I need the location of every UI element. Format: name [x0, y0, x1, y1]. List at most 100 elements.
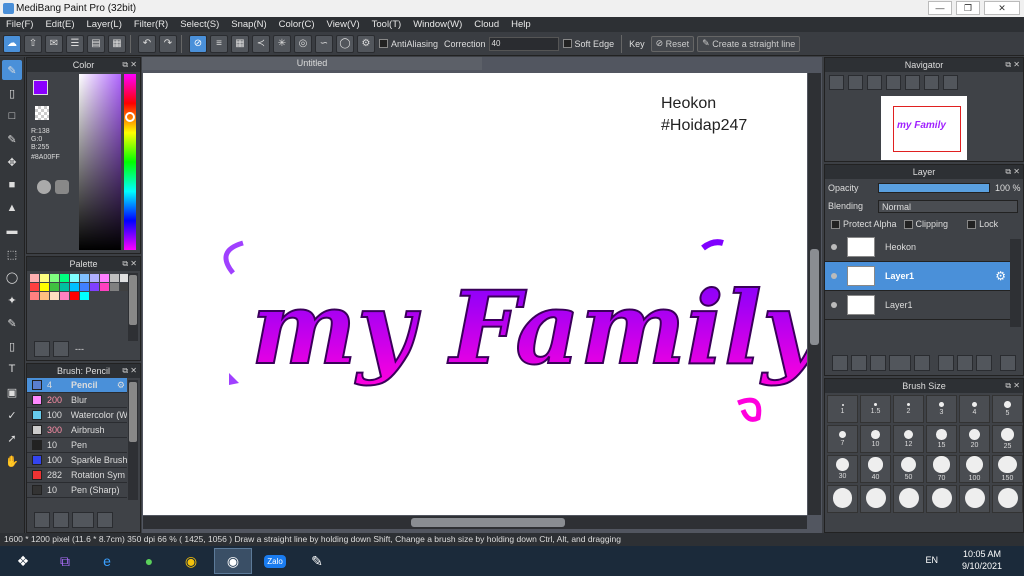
opacity-slider[interactable]: [878, 183, 990, 193]
palette-swatch[interactable]: [70, 283, 79, 291]
horizontal-scrollbar[interactable]: [143, 516, 807, 529]
brush-size-cell[interactable]: 100: [959, 455, 990, 483]
palette-swatch[interactable]: [70, 274, 79, 282]
rotate-right-icon[interactable]: [924, 75, 939, 90]
menu-edit[interactable]: Edit(E): [39, 19, 80, 30]
snap-circle-icon[interactable]: ◎: [294, 34, 312, 53]
brush-size-cell[interactable]: 150: [992, 455, 1023, 483]
new-8bit-layer-icon[interactable]: [870, 355, 886, 371]
brush-size-cell[interactable]: 20: [959, 425, 990, 453]
palette-swatch[interactable]: [50, 292, 59, 300]
correction-select[interactable]: 40: [488, 36, 559, 51]
eraser-tool-icon[interactable]: ▯: [2, 83, 22, 103]
zoom-fit-icon[interactable]: [848, 75, 863, 90]
brush-size-cell[interactable]: 40: [860, 455, 891, 483]
brush-size-cell[interactable]: 50: [893, 455, 924, 483]
panel-controls-icon[interactable]: ⧉ ✕: [1005, 379, 1020, 393]
zoom-in-icon[interactable]: [829, 75, 844, 90]
snap-off-icon[interactable]: ⊘: [189, 34, 207, 53]
clipping-checkbox[interactable]: [903, 219, 913, 229]
palette-swatch[interactable]: [110, 274, 119, 282]
palette-swatch[interactable]: [30, 292, 39, 300]
divide-tool-icon[interactable]: ▣: [2, 382, 22, 402]
protect-alpha-checkbox[interactable]: [831, 219, 840, 229]
brush-size-cell[interactable]: [860, 485, 891, 513]
bucket-tool-icon[interactable]: ▲: [2, 198, 22, 218]
brush-size-cell[interactable]: [827, 485, 858, 513]
close-button[interactable]: ✕: [984, 1, 1020, 15]
fill-rect-tool-icon[interactable]: ■: [2, 175, 22, 195]
brush-settings-icon[interactable]: [97, 512, 113, 528]
delete-layer-icon[interactable]: [1000, 355, 1016, 371]
palette-swatch[interactable]: [60, 283, 69, 291]
palette-swatch[interactable]: [90, 274, 99, 282]
brush-size-cell[interactable]: 70: [926, 455, 957, 483]
eye-icon[interactable]: [831, 302, 837, 308]
folder-icon[interactable]: [914, 355, 930, 371]
palette-swatch[interactable]: [80, 283, 89, 291]
internet-explorer-icon[interactable]: e: [88, 548, 126, 574]
snap-grid-icon[interactable]: ▦: [231, 34, 249, 53]
move-tool-icon[interactable]: ✥: [2, 152, 22, 172]
language-indicator[interactable]: EN: [925, 555, 938, 565]
new-halftone-layer-icon[interactable]: [851, 355, 867, 371]
horizontal-scroll-thumb[interactable]: [411, 518, 565, 527]
drawing-canvas[interactable]: Heokon #Hoidap247 my Family: [143, 73, 807, 515]
zalo-icon[interactable]: Zalo: [256, 548, 294, 574]
palette-swatch[interactable]: [100, 274, 109, 282]
straight-line-button[interactable]: ✎ Create a straight line: [697, 35, 801, 52]
navigator-thumbnail[interactable]: my Family: [881, 96, 967, 160]
menu-select[interactable]: Select(S): [174, 19, 225, 30]
brush-item[interactable]: 300 Airbrush: [27, 423, 127, 438]
palette-swatch[interactable]: [90, 283, 99, 291]
snap-radial-icon[interactable]: ✳: [273, 34, 291, 53]
brush-size-cell[interactable]: 7: [827, 425, 858, 453]
layer-row[interactable]: Layer1 ⚙: [825, 262, 1010, 291]
brush-size-cell[interactable]: 3: [926, 395, 957, 423]
redo-icon[interactable]: ↷: [159, 34, 177, 53]
maximize-button[interactable]: ❐: [956, 1, 980, 15]
document-tab[interactable]: Untitled: [142, 57, 482, 70]
brush-item[interactable]: 100 Sparkle Brush: [27, 453, 127, 468]
chrome-icon[interactable]: ◉: [172, 548, 210, 574]
coccoc-browser-icon[interactable]: ●: [130, 548, 168, 574]
pages-icon[interactable]: ▦: [108, 34, 126, 53]
menu-cloud[interactable]: Cloud: [468, 19, 505, 30]
palette-swatch[interactable]: [80, 274, 89, 282]
palette-swatch[interactable]: [80, 292, 89, 300]
primary-color-swatch[interactable]: [33, 80, 48, 95]
panel-controls-icon[interactable]: ⧉ ✕: [1005, 58, 1020, 72]
snap-parallel-icon[interactable]: ≡: [210, 34, 228, 53]
minimize-button[interactable]: —: [928, 1, 952, 15]
cloud-icon[interactable]: ☁: [3, 34, 21, 53]
brush-menu-icon[interactable]: [72, 512, 94, 528]
brush-item[interactable]: 4 Pencil ⚙: [27, 378, 127, 393]
brush-size-cell[interactable]: 4: [959, 395, 990, 423]
palette-swatch[interactable]: [60, 274, 69, 282]
brush-size-cell[interactable]: 15: [926, 425, 957, 453]
chat-icon[interactable]: ☰: [66, 34, 84, 53]
palette-swatch[interactable]: [50, 274, 59, 282]
magic-wand-tool-icon[interactable]: ✦: [2, 290, 22, 310]
comment-icon[interactable]: ✉: [45, 34, 63, 53]
layer-row[interactable]: Heokon: [825, 233, 1010, 262]
brush-size-cell[interactable]: [959, 485, 990, 513]
brush-size-cell[interactable]: 2: [893, 395, 924, 423]
saturation-value-picker[interactable]: [79, 74, 121, 250]
palette-swatch[interactable]: [40, 274, 49, 282]
brush-size-cell[interactable]: 5: [992, 395, 1023, 423]
brush-tool-icon[interactable]: ✎: [2, 60, 22, 80]
antialiasing-checkbox[interactable]: [379, 39, 388, 48]
brush-size-cell[interactable]: [992, 485, 1023, 513]
snap-curve-icon[interactable]: ∽: [315, 34, 333, 53]
panel-controls-icon[interactable]: ⧉ ✕: [122, 257, 137, 271]
reset-view-icon[interactable]: [905, 75, 920, 90]
transparent-color-swatch[interactable]: [35, 106, 49, 120]
select-rect-tool-icon[interactable]: ⬚: [2, 244, 22, 264]
brush-size-cell[interactable]: 1.5: [860, 395, 891, 423]
new-palette-icon[interactable]: [34, 341, 50, 357]
brush-size-cell[interactable]: 25: [992, 425, 1023, 453]
soft-edge-checkbox[interactable]: [562, 39, 572, 48]
hue-slider[interactable]: [124, 74, 136, 250]
vertical-scrollbar[interactable]: [808, 73, 821, 515]
